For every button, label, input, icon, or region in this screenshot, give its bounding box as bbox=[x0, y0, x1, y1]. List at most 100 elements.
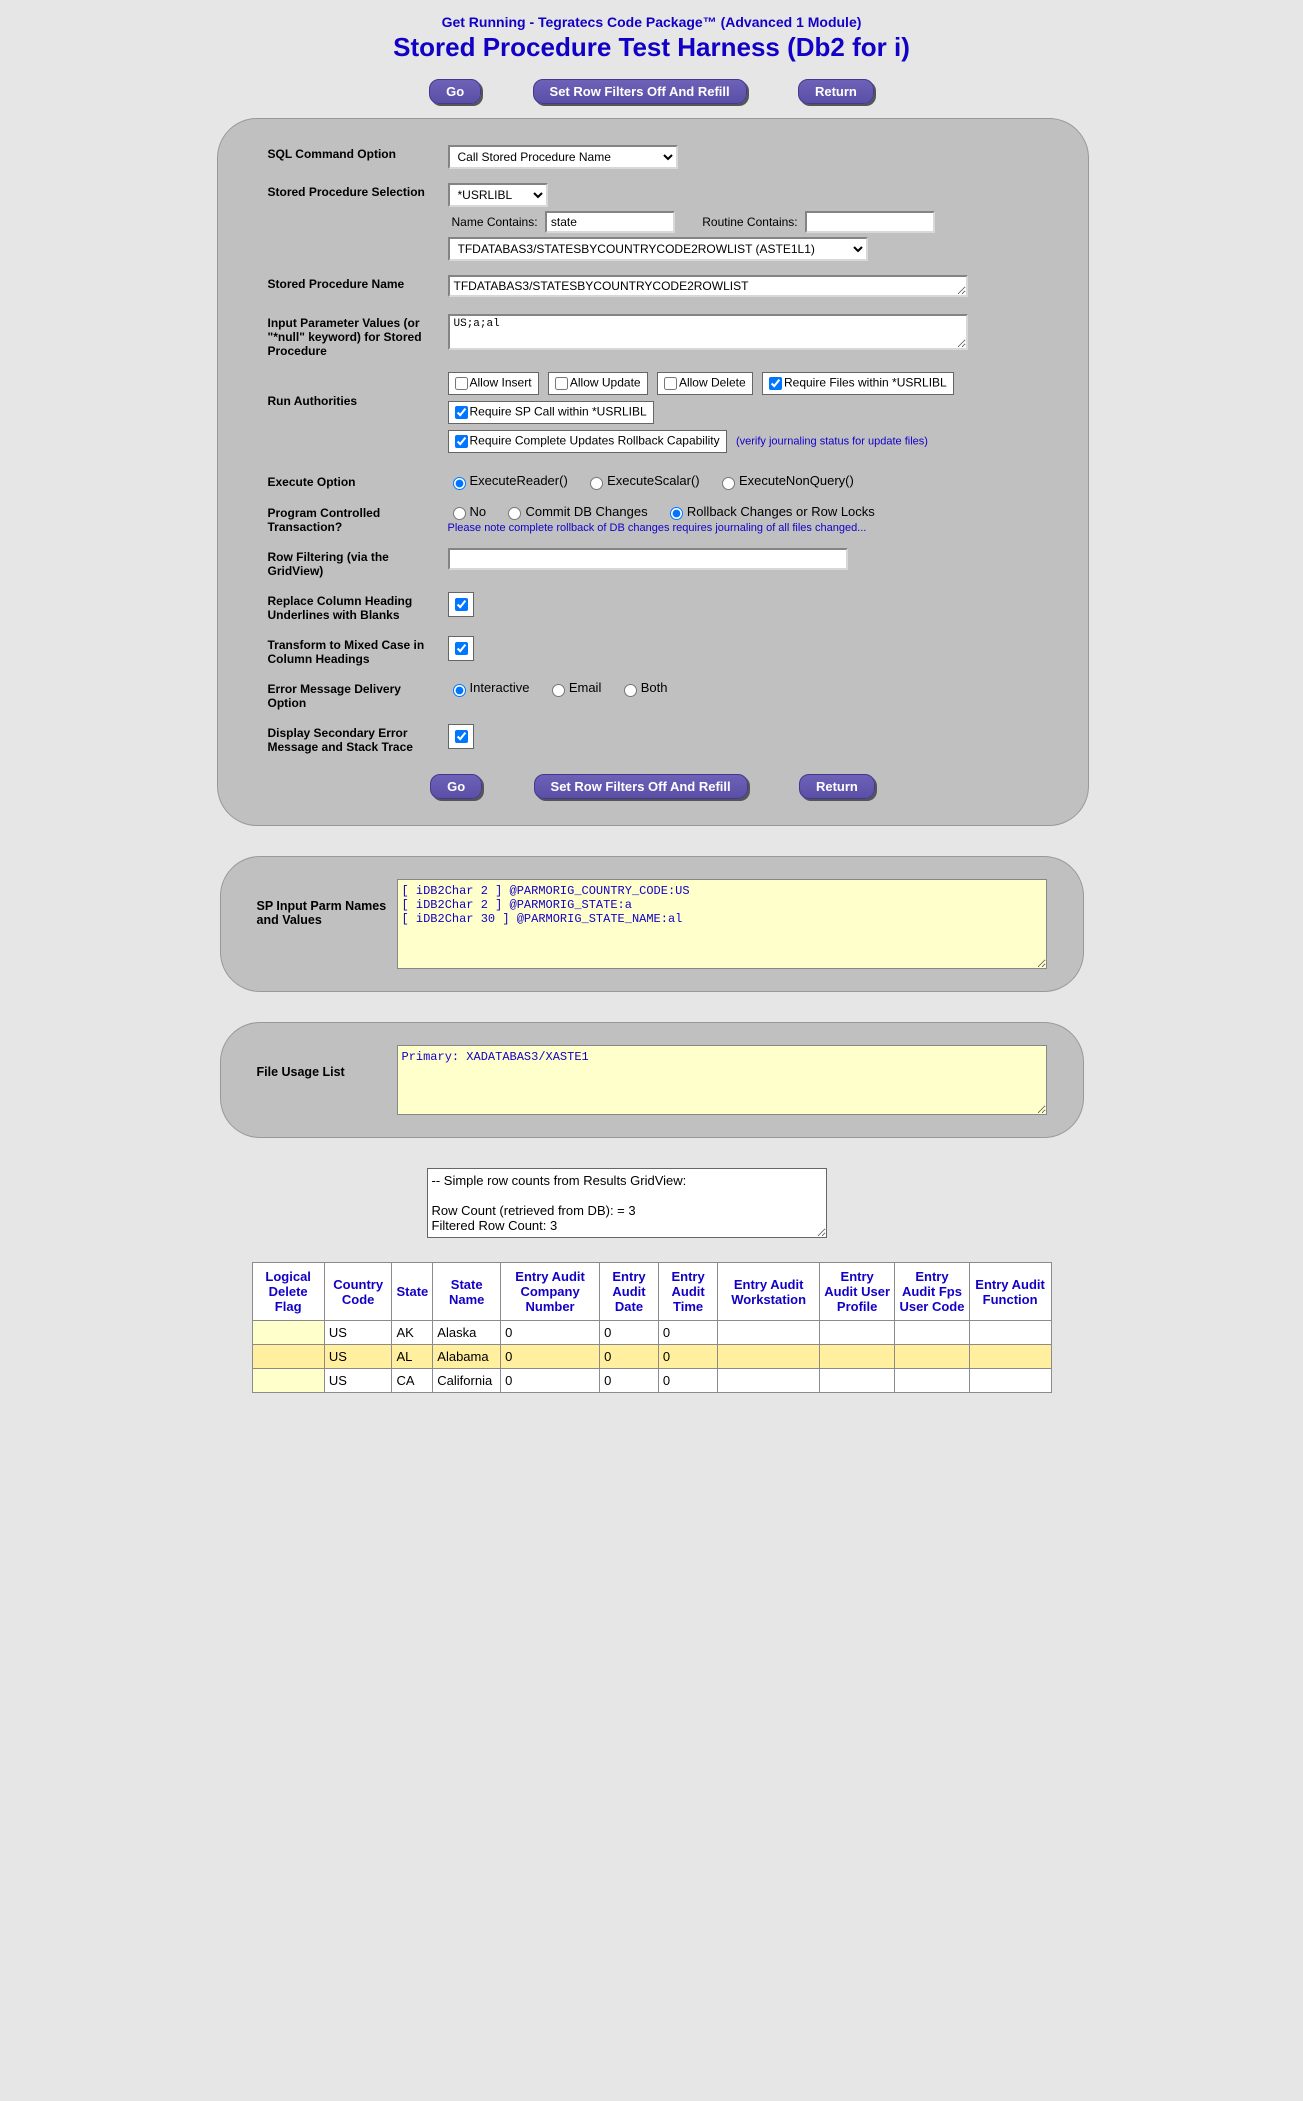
grid-header: Entry Audit User Profile bbox=[820, 1263, 895, 1321]
grid-header: Entry Audit Fps User Code bbox=[895, 1263, 969, 1321]
refill-button[interactable]: Set Row Filters Off And Refill bbox=[533, 79, 747, 104]
file-usage-textarea[interactable]: Primary: XADATABAS3/XASTE1 bbox=[397, 1045, 1047, 1115]
return-button-bottom[interactable]: Return bbox=[799, 774, 875, 799]
grid-cell: 0 bbox=[501, 1369, 600, 1393]
label-pct: Program Controlled Transaction? bbox=[268, 504, 448, 534]
lib-select[interactable]: *USRLIBL bbox=[448, 183, 548, 207]
grid-cell: AK bbox=[392, 1321, 433, 1345]
exec-scalar-option[interactable]: ExecuteScalar() bbox=[585, 473, 699, 488]
bottom-button-row: Go Set Row Filters Off And Refill Return bbox=[268, 774, 1038, 799]
main-form-panel: SQL Command Option Call Stored Procedure… bbox=[217, 118, 1089, 826]
grid-cell bbox=[252, 1321, 324, 1345]
table-row: USAKAlaska000 bbox=[252, 1321, 1051, 1345]
grid-header: Entry Audit Date bbox=[600, 1263, 659, 1321]
go-button-bottom[interactable]: Go bbox=[430, 774, 482, 799]
grid-cell bbox=[969, 1321, 1051, 1345]
grid-cell: 0 bbox=[501, 1321, 600, 1345]
exec-nonquery-option[interactable]: ExecuteNonQuery() bbox=[717, 473, 854, 488]
grid-cell bbox=[969, 1369, 1051, 1393]
require-rollback-label: Require Complete Updates Rollback Capabi… bbox=[470, 434, 720, 448]
require-files-check[interactable] bbox=[769, 377, 782, 390]
label-file-usage: File Usage List bbox=[257, 1045, 397, 1079]
grid-cell: AL bbox=[392, 1345, 433, 1369]
grid-header: Entry Audit Workstation bbox=[718, 1263, 820, 1321]
display-secondary-check[interactable] bbox=[455, 730, 468, 743]
err-both-option[interactable]: Both bbox=[619, 680, 668, 695]
grid-cell: 0 bbox=[600, 1345, 659, 1369]
label-replace-heading: Replace Column Heading Underlines with B… bbox=[268, 592, 448, 622]
grid-header: Entry Audit Company Number bbox=[501, 1263, 600, 1321]
exec-reader-option[interactable]: ExecuteReader() bbox=[448, 473, 568, 488]
grid-cell bbox=[252, 1345, 324, 1369]
pct-no-option[interactable]: No bbox=[448, 504, 487, 519]
grid-cell: US bbox=[324, 1345, 392, 1369]
go-button[interactable]: Go bbox=[429, 79, 481, 104]
grid-cell: 0 bbox=[600, 1369, 659, 1393]
refill-button-bottom[interactable]: Set Row Filters Off And Refill bbox=[534, 774, 748, 799]
rowfilter-input[interactable] bbox=[448, 548, 848, 570]
grid-cell: US bbox=[324, 1321, 392, 1345]
transform-mixed-check[interactable] bbox=[455, 642, 468, 655]
require-files-label: Require Files within *USRLIBL bbox=[784, 376, 947, 390]
grid-cell bbox=[969, 1345, 1051, 1369]
grid-cell: 0 bbox=[658, 1321, 717, 1345]
label-sp-selection: Stored Procedure Selection bbox=[268, 183, 448, 199]
top-button-row: Go Set Row Filters Off And Refill Return bbox=[217, 79, 1087, 104]
page-title: Stored Procedure Test Harness (Db2 for i… bbox=[217, 32, 1087, 63]
label-exec-option: Execute Option bbox=[268, 473, 448, 489]
sql-option-select[interactable]: Call Stored Procedure Name bbox=[448, 145, 678, 169]
sp-dropdown[interactable]: TFDATABAS3/STATESBYCOUNTRYCODE2ROWLIST (… bbox=[448, 237, 868, 261]
sp-input-parms-panel: SP Input Parm Names and Values [ iDB2Cha… bbox=[220, 856, 1084, 992]
grid-cell: US bbox=[324, 1369, 392, 1393]
input-parms-textarea[interactable]: US;a;al bbox=[448, 314, 968, 350]
label-rowfilter: Row Filtering (via the GridView) bbox=[268, 548, 448, 578]
grid-cell: 0 bbox=[658, 1369, 717, 1393]
pct-rollback-option[interactable]: Rollback Changes or Row Locks bbox=[665, 504, 875, 519]
pct-note: Please note complete rollback of DB chan… bbox=[448, 522, 1038, 534]
table-row: USCACalifornia000 bbox=[252, 1369, 1051, 1393]
allow-delete-label: Allow Delete bbox=[679, 376, 746, 390]
rollback-note: (verify journaling status for update fil… bbox=[736, 436, 928, 448]
allow-update-label: Allow Update bbox=[570, 376, 641, 390]
grid-cell bbox=[895, 1369, 969, 1393]
results-grid: Logical Delete FlagCountry CodeStateStat… bbox=[252, 1262, 1052, 1393]
label-sp-input-parms: SP Input Parm Names and Values bbox=[257, 879, 397, 927]
grid-cell: Alaska bbox=[433, 1321, 501, 1345]
grid-header: Entry Audit Function bbox=[969, 1263, 1051, 1321]
label-input-parms: Input Parameter Values (or "*null" keywo… bbox=[268, 314, 448, 358]
row-counts-textarea[interactable]: -- Simple row counts from Results GridVi… bbox=[427, 1168, 827, 1238]
name-contains-input[interactable] bbox=[545, 211, 675, 233]
allow-insert-label: Allow Insert bbox=[470, 376, 532, 390]
header-superscript: Get Running - Tegratecs Code Package™ (A… bbox=[217, 14, 1087, 30]
sp-input-parms-textarea[interactable]: [ iDB2Char 2 ] @PARMORIG_COUNTRY_CODE:US… bbox=[397, 879, 1047, 969]
label-display-secondary: Display Secondary Error Message and Stac… bbox=[268, 724, 448, 754]
replace-heading-check[interactable] bbox=[455, 598, 468, 611]
results-grid-wrap: Logical Delete FlagCountry CodeStateStat… bbox=[252, 1262, 1052, 1393]
grid-cell bbox=[820, 1321, 895, 1345]
routine-contains-input[interactable] bbox=[805, 211, 935, 233]
grid-cell: 0 bbox=[658, 1345, 717, 1369]
sp-name-input[interactable]: TFDATABAS3/STATESBYCOUNTRYCODE2ROWLIST bbox=[448, 275, 968, 297]
allow-insert-check[interactable] bbox=[455, 377, 468, 390]
grid-cell bbox=[718, 1321, 820, 1345]
grid-cell bbox=[895, 1345, 969, 1369]
require-rollback-check[interactable] bbox=[455, 435, 468, 448]
grid-header: State bbox=[392, 1263, 433, 1321]
allow-delete-check[interactable] bbox=[664, 377, 677, 390]
label-sp-name: Stored Procedure Name bbox=[268, 275, 448, 291]
grid-header: Entry Audit Time bbox=[658, 1263, 717, 1321]
err-interactive-option[interactable]: Interactive bbox=[448, 680, 530, 695]
return-button[interactable]: Return bbox=[798, 79, 874, 104]
pct-commit-option[interactable]: Commit DB Changes bbox=[503, 504, 647, 519]
grid-cell bbox=[895, 1321, 969, 1345]
label-name-contains: Name Contains: bbox=[452, 215, 538, 229]
allow-update-check[interactable] bbox=[555, 377, 568, 390]
grid-cell: CA bbox=[392, 1369, 433, 1393]
grid-cell: 0 bbox=[600, 1321, 659, 1345]
require-sp-check[interactable] bbox=[455, 406, 468, 419]
err-email-option[interactable]: Email bbox=[547, 680, 602, 695]
grid-cell bbox=[820, 1345, 895, 1369]
grid-cell: 0 bbox=[501, 1345, 600, 1369]
label-transform-mixed: Transform to Mixed Case in Column Headin… bbox=[268, 636, 448, 666]
grid-cell bbox=[252, 1369, 324, 1393]
